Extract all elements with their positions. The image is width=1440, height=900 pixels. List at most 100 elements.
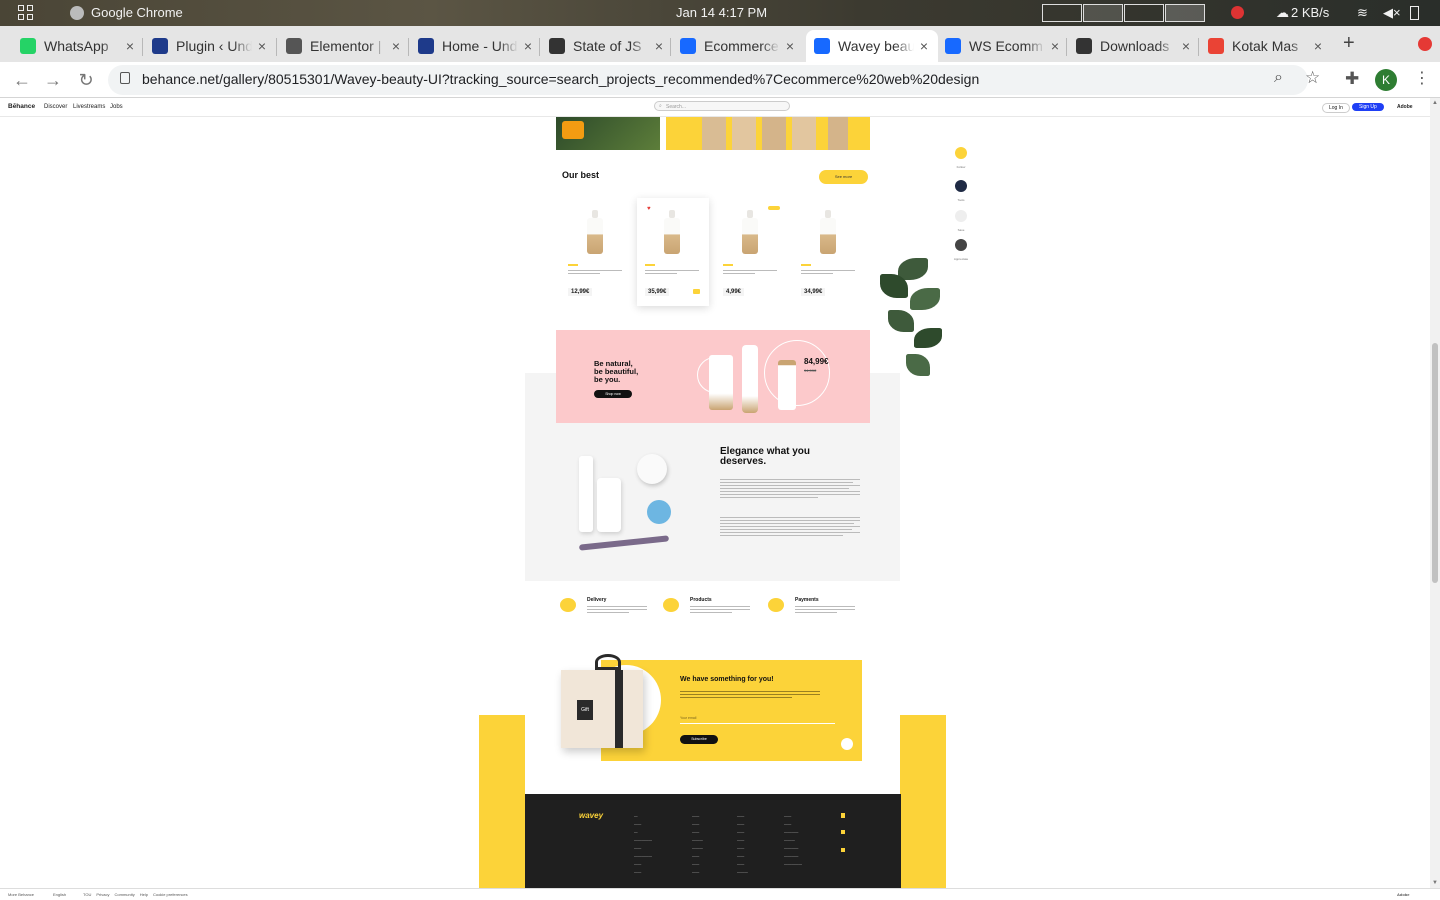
footer-col-2: —— —— —— ——— ——— —— —— —— (692, 814, 703, 874)
footer-col-3: —— —— —— —— —— —— —— ——— (737, 814, 748, 874)
newsletter-email-input[interactable]: Your email (680, 716, 835, 724)
newsletter-subscribe-button[interactable]: Subscribe (680, 735, 718, 744)
window-indicator-icon[interactable] (1418, 37, 1432, 51)
close-tab-icon[interactable]: × (914, 38, 934, 54)
forward-button[interactable]: → (41, 68, 65, 92)
omnibox[interactable]: behance.net/gallery/80515301/Wavey-beaut… (108, 65, 1320, 95)
menu-dots-icon[interactable]: ⋮ (1414, 68, 1430, 88)
nav-jobs[interactable]: Jobs (110, 104, 123, 110)
new-tab-button[interactable]: + (1343, 32, 1355, 55)
lock-icon[interactable] (120, 72, 130, 84)
appreciate-button[interactable]: Appreciate (952, 239, 970, 265)
behance-logo[interactable]: Bēhance (8, 103, 35, 110)
bottom-link[interactable]: Help (140, 892, 148, 897)
footer-logo: wavey (579, 811, 604, 820)
promo-bottle-1 (709, 355, 733, 410)
tab-behance-5[interactable]: Ecommerce × (672, 30, 804, 62)
tab-wp-1[interactable]: Plugin ‹ Und × (144, 30, 276, 62)
product-bottle-image (587, 210, 603, 254)
close-tab-icon[interactable]: × (252, 38, 272, 54)
elegance-title-line2: deserves. (720, 456, 767, 467)
tab-globe-2[interactable]: Elementor | × (278, 30, 410, 62)
close-tab-icon[interactable]: × (1308, 38, 1328, 54)
behance-search-input[interactable]: ⌕ Search... (654, 101, 790, 111)
tab-whatsapp-0[interactable]: WhatsApp × (12, 30, 144, 62)
behance-icon (680, 38, 696, 54)
scroll-down-arrow[interactable]: ▼ (1432, 880, 1438, 886)
instagram-icon[interactable] (841, 848, 845, 852)
tab-separator (1198, 38, 1199, 56)
url-text[interactable]: behance.net/gallery/80515301/Wavey-beaut… (142, 71, 979, 87)
bookmark-star-icon[interactable]: ☆ (1305, 68, 1320, 88)
adobe-footer-link[interactable]: Adobe (1397, 892, 1409, 897)
follow-button[interactable]: Follow (952, 147, 970, 173)
product-card[interactable]: 12,99€ (560, 198, 632, 306)
nav-livestreams[interactable]: Livestreams (73, 104, 105, 110)
product-card[interactable]: 34,99€ (793, 198, 865, 306)
close-tab-icon[interactable]: × (518, 38, 538, 54)
products-icon (663, 598, 679, 612)
bottom-link[interactable]: TOU (83, 892, 91, 897)
promo-shop-button[interactable]: Shop now (594, 390, 632, 398)
workspace-2[interactable] (1083, 4, 1123, 22)
add-to-cart-icon[interactable] (693, 289, 700, 294)
record-icon[interactable] (1231, 6, 1244, 19)
close-tab-icon[interactable]: × (1045, 38, 1065, 54)
nav-discover[interactable]: Discover (44, 104, 67, 110)
bottom-link[interactable]: Privacy (96, 892, 109, 897)
signup-button[interactable]: Sign Up (1352, 103, 1384, 111)
extensions-icon[interactable]: ✚ (1345, 69, 1359, 89)
wifi-icon[interactable]: ≋ (1357, 5, 1368, 21)
battery-icon[interactable] (1410, 6, 1419, 20)
workspace-4[interactable] (1165, 4, 1205, 22)
login-button[interactable]: Log In (1322, 103, 1350, 113)
clock[interactable]: Jan 14 4:17 PM (676, 5, 767, 20)
active-app-name[interactable]: Google Chrome (91, 5, 183, 20)
page-scrollbar[interactable]: ▲ ▼ (1430, 98, 1440, 888)
close-tab-icon[interactable]: × (780, 38, 800, 54)
back-button[interactable]: ← (10, 68, 34, 92)
os-top-bar: Google Chrome Jan 14 4:17 PM ☁ 2 KB/s ≋ … (0, 0, 1440, 26)
tab-download-8[interactable]: Downloads × (1068, 30, 1200, 62)
volume-icon[interactable]: ◀× (1383, 5, 1401, 21)
product-bottle-image (664, 210, 680, 254)
tab-js-4[interactable]: State of JS × (541, 30, 673, 62)
see-more-button[interactable]: See more (819, 170, 868, 184)
close-tab-icon[interactable]: × (120, 38, 140, 54)
close-tab-icon[interactable]: × (1176, 38, 1196, 54)
save-button[interactable]: Save (952, 210, 970, 236)
promo-old-price: 94,99€ (804, 368, 817, 373)
scroll-up-arrow[interactable]: ▲ (1432, 100, 1438, 106)
close-tab-icon[interactable]: × (649, 38, 669, 54)
adobe-link[interactable]: Adobe (1397, 104, 1413, 110)
bottom-link[interactable]: Cookie preferences (153, 892, 188, 897)
zoom-icon[interactable]: ⌕ (1274, 69, 1283, 87)
language-select[interactable]: English (53, 892, 66, 897)
product-card[interactable]: 35,99€ ♥ (637, 198, 709, 306)
profile-avatar[interactable]: K (1375, 69, 1397, 91)
product-name-lines (645, 268, 699, 276)
close-tab-icon[interactable]: × (386, 38, 406, 54)
product-price: 34,99€ (801, 288, 826, 296)
twitter-icon[interactable] (841, 830, 845, 834)
newsletter-email-placeholder: Your email (680, 716, 697, 720)
promo-circle-right (764, 340, 830, 406)
workspace-3[interactable] (1124, 4, 1164, 22)
tab-behance-6[interactable]: Wavey beau × (806, 30, 938, 62)
feature-text (690, 604, 750, 615)
favorite-heart-icon[interactable]: ♥ (647, 206, 651, 212)
tab-behance-7[interactable]: WS Ecomm × (937, 30, 1069, 62)
tab-wp-3[interactable]: Home - Und × (410, 30, 542, 62)
bottom-link[interactable]: Community (115, 892, 135, 897)
newsletter-text (680, 689, 820, 700)
facebook-icon[interactable] (841, 813, 845, 818)
more-behance-link[interactable]: More Behance (8, 892, 34, 897)
workspace-1[interactable] (1042, 4, 1082, 22)
tab-gmail-9[interactable]: Kotak Mas × (1200, 30, 1332, 62)
tools-button[interactable]: Tools (952, 180, 970, 206)
product-lineup-image (666, 117, 870, 150)
apps-grid-icon[interactable] (18, 5, 34, 21)
reload-button[interactable]: ↻ (74, 68, 98, 92)
product-card[interactable]: 4,99€ (715, 198, 787, 306)
scrollbar-thumb[interactable] (1432, 343, 1438, 583)
